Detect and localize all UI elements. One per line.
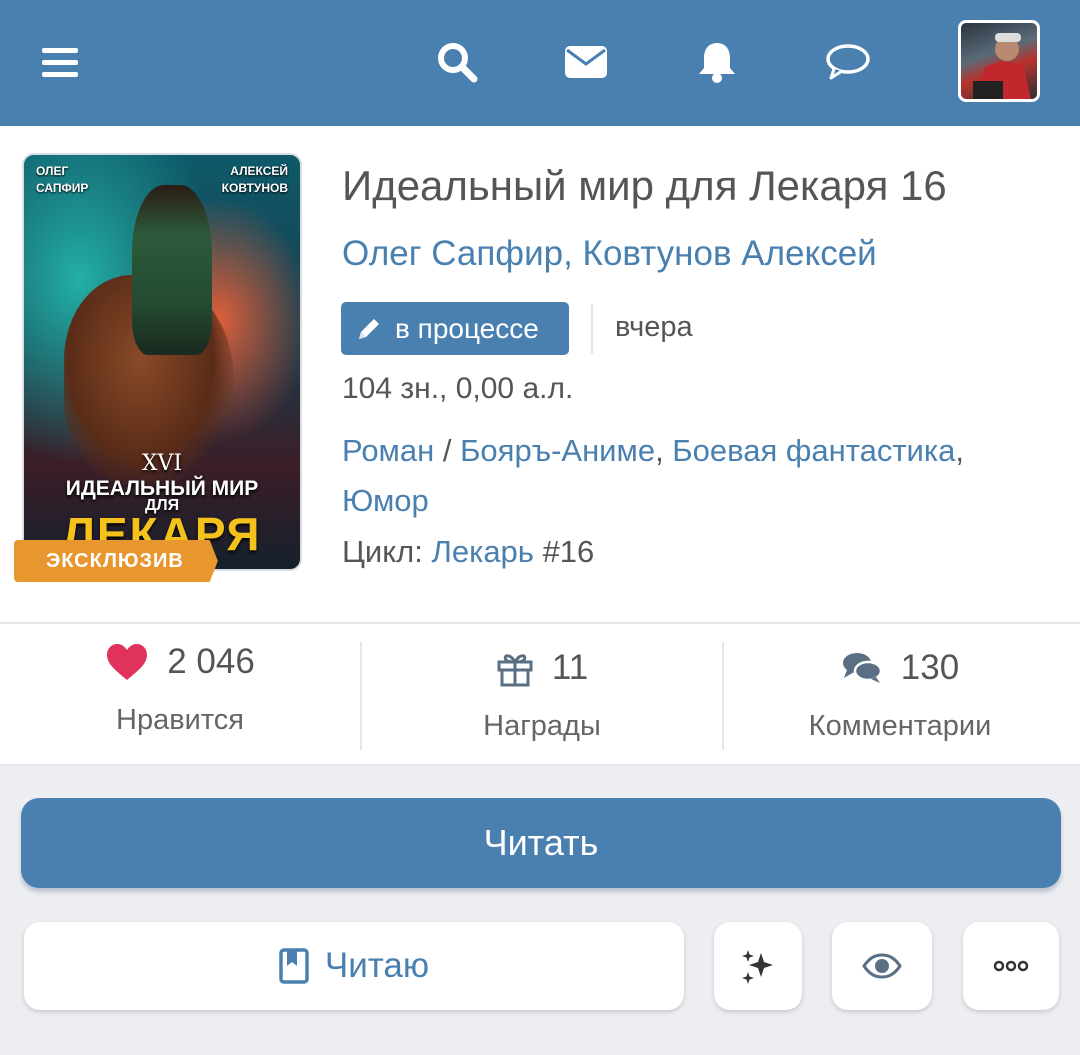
comments-stat[interactable]: 130 Комментарии [720, 624, 1080, 766]
series-prefix: Цикл: [342, 534, 432, 569]
menu-icon[interactable] [36, 38, 84, 86]
divider [591, 304, 593, 354]
cover-author-left: ОЛЕГ [36, 164, 69, 178]
awards-stat[interactable]: 11 Награды [362, 624, 722, 766]
top-app-bar [0, 0, 1080, 126]
eye-icon [862, 953, 902, 979]
comments-icon [842, 653, 883, 683]
genre-list: Роман / Бояръ-Аниме, Боевая фантастика, Ю… [342, 433, 964, 518]
read-button[interactable]: Читать [21, 798, 1061, 888]
series-link[interactable]: Лекарь [431, 534, 533, 569]
genre-separator: / [434, 433, 461, 468]
pencil-icon [359, 318, 379, 339]
gift-icon [497, 654, 533, 687]
mail-icon[interactable] [562, 38, 610, 86]
more-icon [993, 960, 1029, 972]
status-badge: в процессе [341, 302, 569, 355]
avatar-photo [973, 33, 1031, 99]
likes-stat[interactable]: 2 046 Нравится [0, 624, 360, 766]
heart-icon [107, 644, 148, 680]
book-authors-link[interactable]: Олег Сапфир, Ковтунов Алексей [342, 234, 877, 274]
series-number: #16 [533, 534, 595, 569]
status-label: в процессе [395, 312, 539, 344]
search-icon[interactable] [433, 38, 481, 86]
exclusive-badge: ЭКСКЛЮЗИВ [14, 540, 218, 582]
series-info: Цикл: Лекарь #16 [342, 534, 594, 570]
cover-author-left-surname: САПФИР [36, 181, 89, 195]
recommendations-button[interactable] [714, 922, 802, 1010]
genre-link[interactable]: Юмор [342, 483, 429, 518]
comments-label: Комментарии [808, 710, 992, 742]
book-title: Идеальный мир для Лекаря 16 [342, 162, 947, 209]
user-avatar[interactable] [958, 20, 1040, 102]
cover-volume-number: XVI [141, 451, 183, 476]
cover-rider-art [132, 185, 212, 355]
book-cover[interactable]: ОЛЕГ САПФИР АЛЕКСЕЙ КОВТУНОВ XVI ИДЕАЛЬНЫЙ… [22, 153, 302, 571]
genre-link[interactable]: Боевая фантастика [672, 433, 955, 468]
book-card: ОЛЕГ САПФИР АЛЕКСЕЙ КОВТУНОВ XVI ИДЕАЛЬНЫЙ… [0, 126, 1080, 622]
sparkles-icon [742, 950, 773, 984]
bell-icon[interactable] [693, 38, 741, 86]
genre-link[interactable]: Бояръ-Аниме [460, 433, 655, 468]
book-size: 104 зн., 0,00 а.л. [342, 372, 574, 405]
comments-count: 130 [900, 648, 960, 687]
watch-button[interactable] [832, 922, 932, 1010]
chat-icon[interactable] [824, 38, 872, 86]
likes-label: Нравится [116, 704, 244, 736]
bookmark-icon [279, 948, 309, 984]
stats-bar: 2 046 Нравится 11 Награды 130 Комментари… [0, 622, 1080, 766]
reading-button[interactable]: Читаю [24, 922, 684, 1010]
awards-label: Награды [483, 710, 601, 742]
reading-label: Читаю [324, 946, 430, 985]
cover-author-right: АЛЕКСЕЙ [230, 164, 288, 178]
more-options-button[interactable] [963, 922, 1059, 1010]
likes-count: 2 046 [167, 642, 255, 681]
cover-author-right-surname: КОВТУНОВ [221, 181, 288, 195]
awards-count: 11 [551, 648, 589, 687]
genre-link-primary[interactable]: Роман [342, 433, 434, 468]
updated-date: вчера [615, 311, 693, 343]
